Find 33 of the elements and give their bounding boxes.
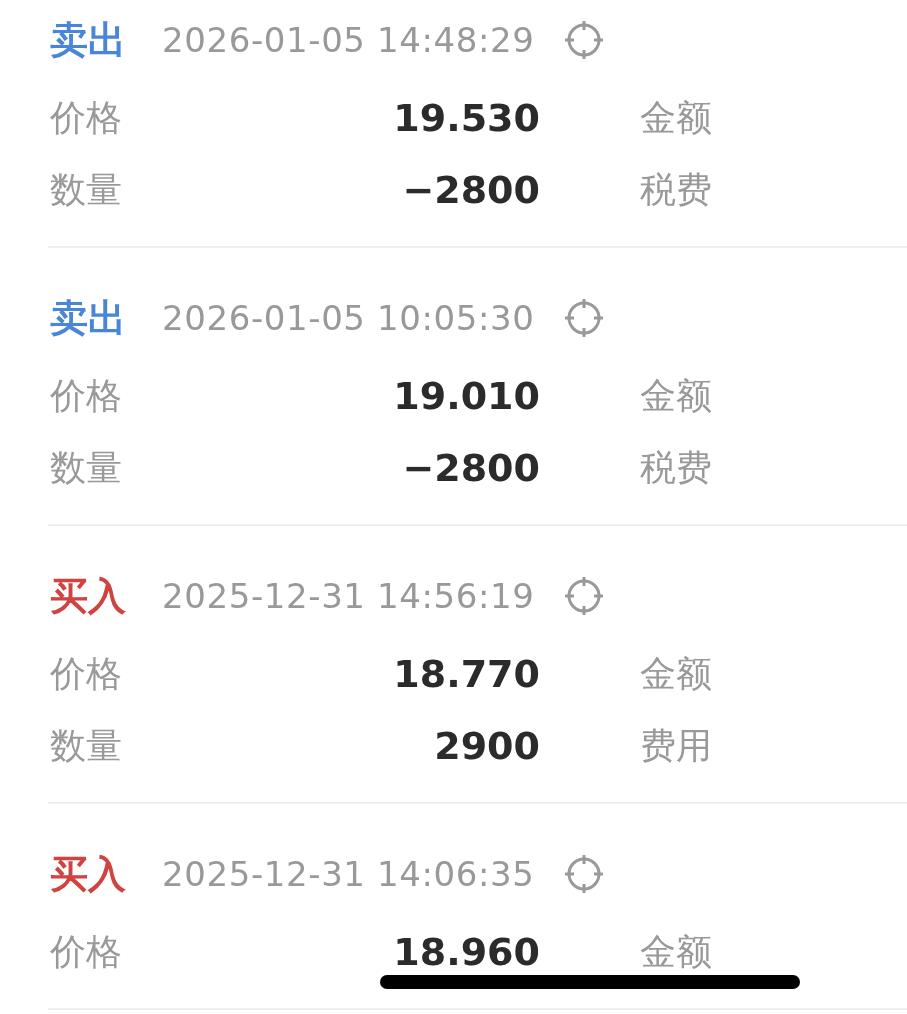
trade-side: 买入 bbox=[50, 572, 127, 620]
field-label: 价格 bbox=[50, 929, 123, 974]
field-value: 18.770 bbox=[392, 652, 540, 696]
trade-side: 卖出 bbox=[50, 16, 127, 64]
locate-icon[interactable] bbox=[562, 853, 605, 895]
field-value: 18.960 bbox=[392, 930, 540, 974]
field-label: 税费 bbox=[640, 167, 713, 212]
field-label: 金额 bbox=[640, 373, 713, 418]
trade-time: 2026-01-05 14:48:29 bbox=[162, 20, 535, 60]
field-label: 数量 bbox=[50, 167, 123, 212]
field-label: 金额 bbox=[640, 95, 713, 140]
field-label: 价格 bbox=[50, 651, 123, 696]
field-value: 19.010 bbox=[392, 374, 540, 418]
trade-side: 卖出 bbox=[50, 294, 127, 342]
field-value: −2800 bbox=[401, 168, 540, 212]
locate-icon[interactable] bbox=[562, 575, 605, 617]
trade-time: 2026-01-05 10:05:30 bbox=[162, 298, 535, 338]
trade-time: 2025-12-31 14:06:35 bbox=[162, 854, 535, 894]
field-label: 金额 bbox=[640, 929, 713, 974]
trade-side: 买入 bbox=[50, 850, 127, 898]
locate-icon[interactable] bbox=[562, 19, 605, 61]
field-value: 19.530 bbox=[392, 96, 540, 140]
field-label: 价格 bbox=[50, 95, 123, 140]
field-label: 金额 bbox=[640, 651, 713, 696]
field-label: 费用 bbox=[640, 723, 713, 768]
field-label: 数量 bbox=[50, 723, 123, 768]
field-label: 数量 bbox=[50, 445, 123, 490]
field-value: −2800 bbox=[401, 446, 540, 490]
trade-time: 2025-12-31 14:56:19 bbox=[162, 576, 535, 616]
field-value: 2900 bbox=[433, 724, 540, 768]
locate-icon[interactable] bbox=[562, 297, 605, 339]
field-label: 税费 bbox=[640, 445, 713, 490]
field-label: 价格 bbox=[50, 373, 123, 418]
